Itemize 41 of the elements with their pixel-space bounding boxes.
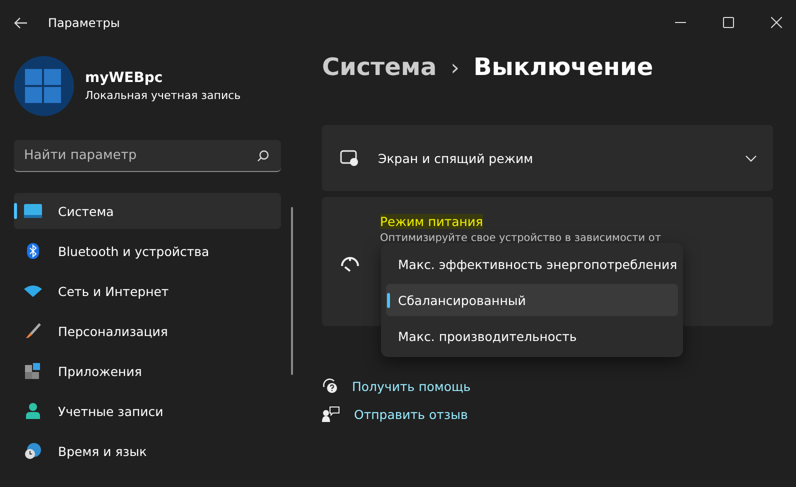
window-title: Параметры [48,16,120,30]
person-icon [24,403,42,419]
card-title: Экран и спящий режим [378,150,534,166]
gauge-icon [340,256,360,272]
wifi-icon [24,285,42,297]
bluetooth-icon [24,243,42,259]
minimize-icon[interactable] [675,22,686,24]
breadcrumb-parent[interactable]: Система [322,53,437,81]
menu-item[interactable]: Сбалансированный [386,284,678,316]
chevron-icon[interactable] [745,154,757,162]
nav-item[interactable]: Система [14,193,281,229]
link[interactable]: Получить помощь [352,378,471,394]
scrollbar[interactable] [291,207,293,375]
nav-item[interactable]: Персонализация [14,313,281,349]
apps-icon [24,363,42,379]
feedback-icon [322,406,340,422]
search-field[interactable]: Найти параметр [14,140,281,172]
breadcrumb-separator: › [450,56,460,81]
nav-item[interactable]: Учетные записи [14,393,281,429]
nav-item[interactable]: Приложения [14,353,281,389]
nav-item[interactable]: Время и язык [14,433,281,469]
account-type: Локальная учетная запись [85,89,241,102]
nav-item[interactable]: Bluetooth и устройства [14,233,281,269]
help-icon [322,378,338,394]
card-title: Режим питания [380,214,484,229]
page-title: Выключение [473,53,654,81]
screen-sleep-icon [340,150,358,166]
search-icon[interactable] [257,150,269,162]
globe-clock-icon [24,443,42,459]
close-icon[interactable] [771,17,782,28]
nav-item[interactable]: Сеть и Интернет [14,273,281,309]
maximize-icon[interactable] [723,17,734,28]
back-arrow-icon[interactable] [14,16,28,28]
account-name: myWEBpc [85,70,164,86]
monitor-icon [24,204,42,218]
menu-item[interactable]: Макс. производительность [386,320,678,352]
brush-icon [24,323,42,339]
link[interactable]: Отправить отзыв [354,406,468,422]
card-description: Оптимизируйте свое устройство в зависимости от [380,232,661,244]
menu-item[interactable]: Макс. эффективность энергопотребления [386,248,678,280]
settings-card[interactable]: Экран и спящий режим [322,125,773,191]
